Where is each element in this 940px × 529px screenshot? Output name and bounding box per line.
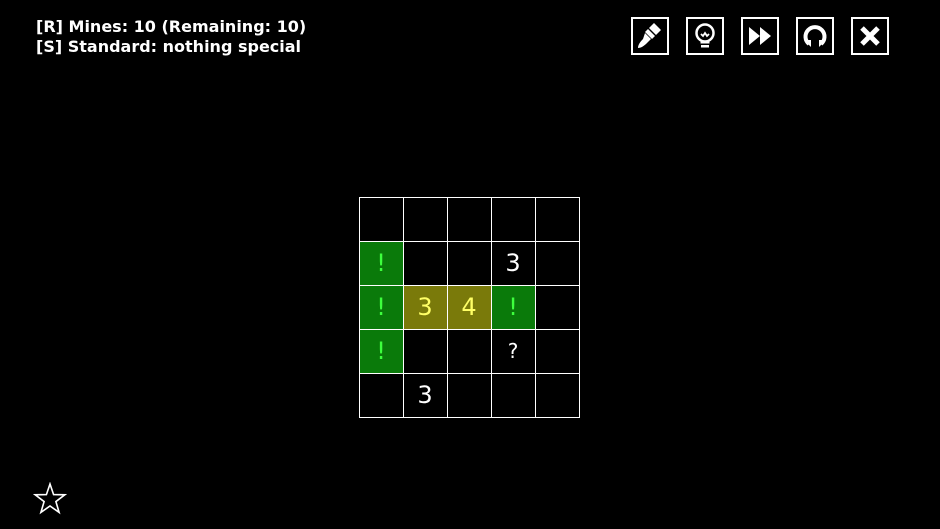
toolbar [631, 17, 889, 55]
board-cell-r0-c4[interactable] [534, 196, 580, 242]
board-cell-r3-c1[interactable] [402, 328, 448, 374]
close-button[interactable] [851, 17, 889, 55]
star-icon[interactable] [33, 482, 67, 516]
board-cell-r0-c1[interactable] [402, 196, 448, 242]
board-cell-r1-c1[interactable] [402, 240, 448, 286]
board-cell-r3-c4[interactable] [534, 328, 580, 374]
board-cell-r1-c3[interactable]: 3 [490, 240, 536, 286]
hint-button[interactable] [686, 17, 724, 55]
close-icon [860, 26, 880, 46]
board-cell-r0-c2[interactable] [446, 196, 492, 242]
lightbulb-icon [695, 23, 715, 48]
board-cell-r4-c1[interactable]: 3 [402, 372, 448, 418]
board-cell-r2-c4[interactable] [534, 284, 580, 330]
fast-forward-icon [749, 27, 771, 45]
board-cell-r2-c3[interactable]: ! [490, 284, 536, 330]
board-cell-r0-c0[interactable] [358, 196, 404, 242]
brush-icon [638, 23, 661, 48]
restart-icon [803, 25, 827, 47]
board-cell-r0-c3[interactable] [490, 196, 536, 242]
board-cell-r1-c2[interactable] [446, 240, 492, 286]
board-cell-r1-c4[interactable] [534, 240, 580, 286]
board-cell-r2-c2[interactable]: 4 [446, 284, 492, 330]
restart-button[interactable] [796, 17, 834, 55]
mines-count-label: [R] Mines: 10 (Remaining: 10) [36, 17, 307, 36]
puzzle-info: [R] Mines: 10 (Remaining: 10) [S] Standa… [36, 17, 306, 57]
board-cell-r4-c0[interactable] [358, 372, 404, 418]
board-cell-r2-c1[interactable]: 3 [402, 284, 448, 330]
board-cell-r3-c3[interactable]: ? [490, 328, 536, 374]
board-cell-r1-c0[interactable]: ! [358, 240, 404, 286]
board-cell-r3-c0[interactable]: ! [358, 328, 404, 374]
rule-label: [S] Standard: nothing special [36, 37, 302, 56]
board-cell-r4-c4[interactable] [534, 372, 580, 418]
board-cell-r4-c2[interactable] [446, 372, 492, 418]
brush-button[interactable] [631, 17, 669, 55]
minesweeper-board: ! 3! 3 4!!? 3 [358, 196, 581, 419]
board-cell-r3-c2[interactable] [446, 328, 492, 374]
skip-button[interactable] [741, 17, 779, 55]
board-cell-r2-c0[interactable]: ! [358, 284, 404, 330]
board-cell-r4-c3[interactable] [490, 372, 536, 418]
